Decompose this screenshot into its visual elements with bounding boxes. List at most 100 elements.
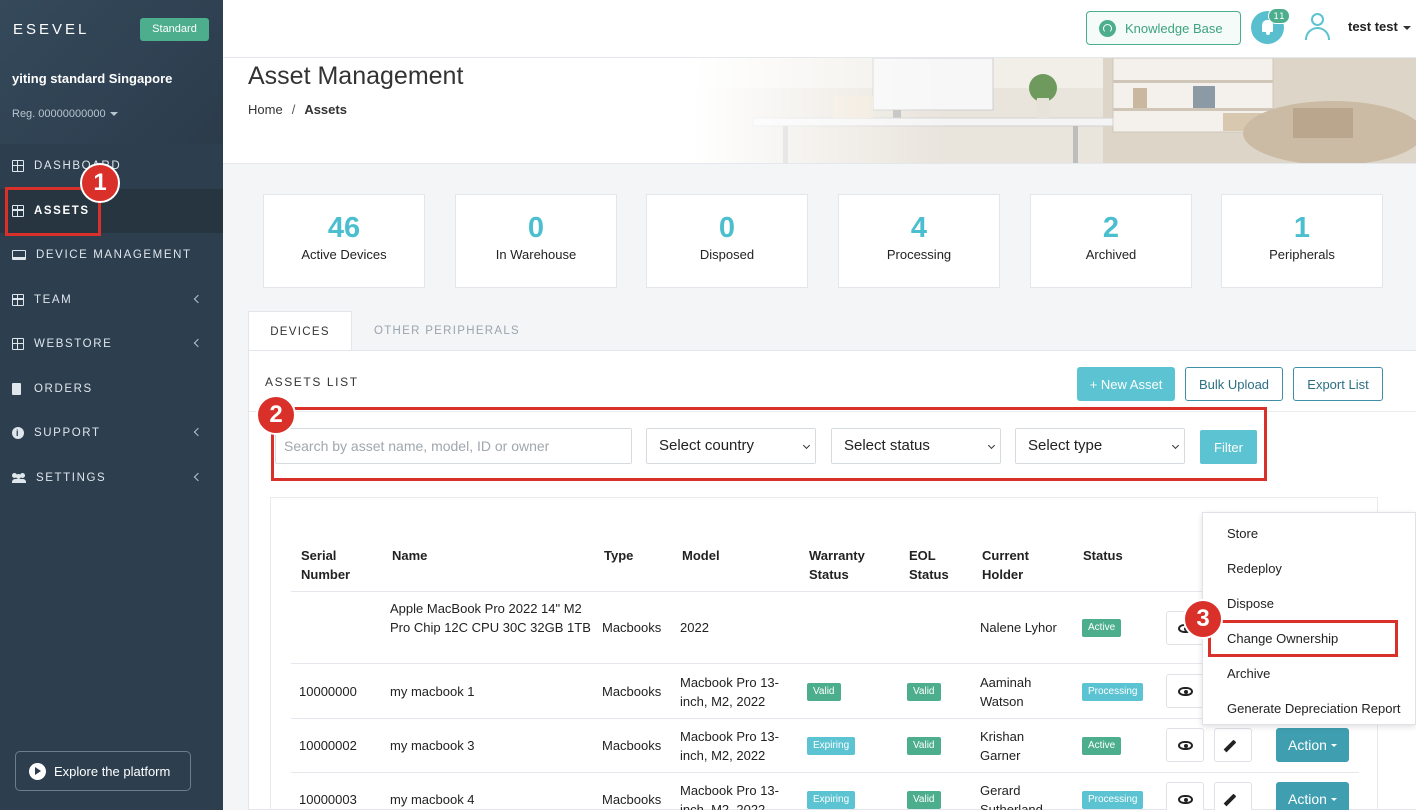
explore-label: Explore the platform [54, 763, 171, 779]
serial-number: 10000000 [299, 684, 357, 699]
table-row[interactable]: 10000002 my macbook 3 Macbooks Macbook P… [291, 718, 1359, 772]
explore-platform-button[interactable]: Explore the platform [15, 751, 191, 791]
caret-down-icon [1330, 743, 1337, 747]
column-header-warranty[interactable]: Warranty Status [809, 546, 889, 584]
stat-value: 0 [718, 212, 736, 244]
serial-number: 10000003 [299, 792, 357, 807]
column-header-status[interactable]: Status [1083, 546, 1123, 565]
sidebar-item-label: SETTINGS [36, 471, 107, 484]
grid-icon [12, 160, 24, 173]
stat-label: Disposed [699, 247, 755, 262]
headset-icon [1099, 19, 1116, 37]
notification-count-badge: 11 [1268, 8, 1290, 24]
menu-item-archive[interactable]: Archive [1227, 666, 1270, 681]
column-header-holder[interactable]: Current Holder [982, 546, 1042, 584]
column-header-type[interactable]: Type [604, 546, 633, 565]
action-dropdown-button[interactable]: Action [1276, 728, 1349, 762]
org-switcher[interactable]: Reg. 00000000000 [12, 108, 118, 120]
sidebar-item-orders[interactable]: ORDERS [0, 367, 223, 412]
annotation-badge-1: 1 [80, 163, 120, 203]
edit-button[interactable] [1214, 782, 1252, 810]
sidebar-item-label: ORDERS [34, 382, 93, 395]
chevron-left-icon [193, 427, 203, 437]
user-avatar-icon[interactable] [1304, 12, 1332, 40]
table-row[interactable]: 10000000 my macbook 1 Macbooks Macbook P… [291, 663, 1359, 718]
asset-model: Macbook Pro 13-inch, M2, 2022 [680, 675, 779, 709]
breadcrumb-home[interactable]: Home [248, 102, 283, 117]
chevron-left-icon [193, 294, 203, 303]
play-icon [29, 762, 46, 780]
knowledge-base-label: Knowledge Base [1125, 20, 1223, 36]
stat-card-active-devices[interactable]: 46 Active Devices [263, 194, 425, 288]
column-header-eol[interactable]: EOL Status [909, 546, 959, 584]
menu-item-redeploy[interactable]: Redeploy [1227, 561, 1282, 576]
column-header-name[interactable]: Name [392, 546, 427, 565]
annotation-highlight-filters [271, 407, 1267, 481]
annotation-badge-3: 3 [1183, 599, 1223, 639]
stat-card-peripherals[interactable]: 1 Peripherals [1221, 194, 1383, 288]
sidebar-item-label: DEVICE MANAGEMENT [36, 249, 192, 262]
view-button[interactable] [1166, 728, 1204, 762]
current-holder: Gerard Sutherland [980, 783, 1043, 810]
sidebar-header: ESEVEL Standard yiting standard Singapor… [0, 0, 223, 144]
warranty-badge: Valid [807, 683, 841, 701]
eye-icon [1178, 741, 1193, 750]
stat-label: Archived [1085, 247, 1137, 262]
bulk-upload-button[interactable]: Bulk Upload [1185, 367, 1283, 401]
sidebar: ESEVEL Standard yiting standard Singapor… [0, 0, 223, 810]
stat-value: 0 [527, 212, 545, 244]
plan-badge: Standard [140, 18, 209, 41]
new-asset-button[interactable]: + New Asset [1077, 367, 1175, 401]
stat-card-in-warehouse[interactable]: 0 In Warehouse [455, 194, 617, 288]
asset-model: Macbook Pro 13-inch, M2, 2022 [680, 729, 779, 763]
view-button[interactable] [1166, 782, 1204, 810]
user-menu[interactable]: test test [1348, 19, 1411, 34]
chevron-left-icon [193, 338, 203, 348]
knowledge-base-button[interactable]: Knowledge Base [1086, 11, 1241, 45]
sidebar-item-device-management[interactable]: DEVICE MANAGEMENT [0, 233, 223, 278]
brand-logo[interactable]: ESEVEL [13, 21, 89, 38]
sidebar-item-label: WEBSTORE [34, 338, 113, 351]
menu-item-generate-depreciation-report[interactable]: Generate Depreciation Report [1227, 701, 1400, 716]
stat-label: Peripherals [1269, 247, 1335, 262]
sidebar-item-label: TEAM [34, 293, 73, 306]
caret-down-icon [109, 112, 118, 117]
status-badge: Processing [1082, 683, 1144, 701]
edit-button[interactable] [1214, 728, 1252, 762]
table-row[interactable]: 10000003 my macbook 4 Macbooks Macbook P… [291, 772, 1359, 810]
tab-other-peripherals[interactable]: OTHER PERIPHERALS [357, 311, 537, 351]
action-dropdown-button[interactable]: Action [1276, 782, 1349, 810]
menu-item-dispose[interactable]: Dispose [1227, 596, 1274, 611]
stat-card-processing[interactable]: 4 Processing [838, 194, 1000, 288]
asset-type: Macbooks [602, 684, 662, 699]
user-name-label: test test [1348, 19, 1398, 34]
current-holder: Nalene Lyhor [980, 620, 1057, 635]
asset-type: Macbooks [602, 620, 662, 635]
stat-label: Active Devices [301, 247, 387, 262]
sidebar-item-support[interactable]: i SUPPORT [0, 411, 223, 456]
sidebar-item-team[interactable]: TEAM [0, 278, 223, 323]
eol-badge: Valid [907, 737, 941, 755]
export-list-button[interactable]: Export List [1293, 367, 1383, 401]
eye-icon [1178, 687, 1193, 696]
sidebar-item-settings[interactable]: SETTINGS [0, 456, 223, 501]
laptop-icon [12, 250, 26, 261]
stat-card-disposed[interactable]: 0 Disposed [646, 194, 808, 288]
sidebar-item-webstore[interactable]: WEBSTORE [0, 322, 223, 367]
stat-value: 1 [1293, 212, 1311, 244]
warranty-badge: Expiring [807, 737, 856, 755]
action-label: Action [1288, 791, 1327, 807]
caret-down-icon [1330, 797, 1337, 801]
stat-value: 2 [1102, 212, 1120, 244]
view-button[interactable] [1166, 674, 1204, 708]
eye-icon [1178, 795, 1193, 804]
assets-list-title: ASSETS LIST [265, 375, 359, 389]
stat-label: In Warehouse [495, 247, 577, 262]
column-header-serial[interactable]: Serial Number [301, 546, 371, 584]
stat-card-archived[interactable]: 2 Archived [1030, 194, 1192, 288]
status-badge: Active [1082, 619, 1122, 637]
tab-devices[interactable]: DEVICES [248, 311, 352, 351]
asset-model: Macbook Pro 13-inch, M2, 2022 [680, 783, 779, 810]
menu-item-store[interactable]: Store [1227, 526, 1258, 541]
column-header-model[interactable]: Model [682, 546, 720, 565]
